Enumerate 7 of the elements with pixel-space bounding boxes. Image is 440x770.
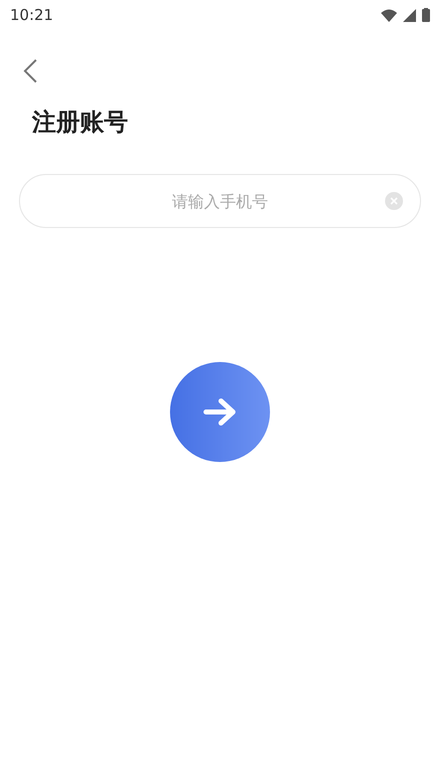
status-time: 10:21	[10, 6, 54, 24]
page-title: 注册账号	[32, 107, 129, 138]
arrow-icon	[203, 397, 237, 427]
signal-icon	[403, 8, 416, 22]
phone-input-field[interactable]: 请输入手机号	[19, 174, 421, 228]
battery-icon	[422, 8, 430, 22]
wifi-icon	[381, 8, 397, 22]
